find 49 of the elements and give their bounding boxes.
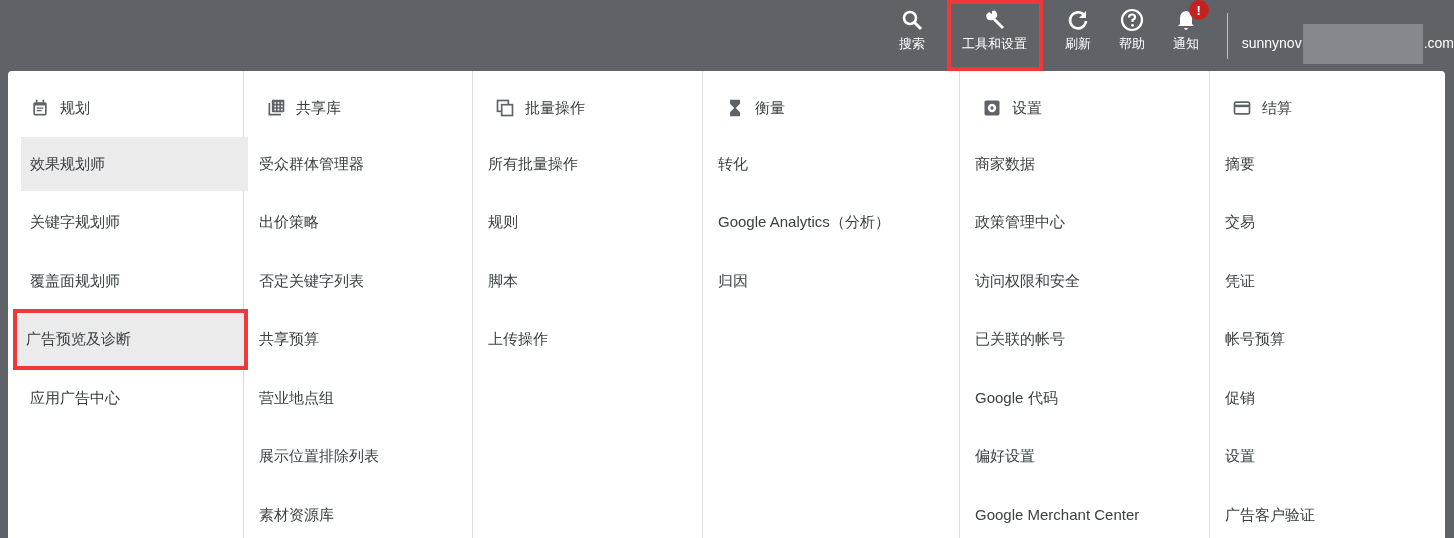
menu-item[interactable]: 商家数据	[966, 137, 1203, 191]
menu-item[interactable]: 凭证	[1216, 254, 1439, 308]
menu-item[interactable]: 归因	[709, 254, 953, 308]
menu-item[interactable]: 所有批量操作	[479, 137, 696, 191]
menu-item[interactable]: 摘要	[1216, 137, 1439, 191]
search-button[interactable]: 搜索	[892, 0, 931, 71]
section-title: 衡量	[755, 97, 785, 118]
menu-item[interactable]: 偏好设置	[966, 429, 1203, 483]
alert-badge: !	[1188, 0, 1209, 20]
menu-item[interactable]: 转化	[709, 137, 953, 191]
menu-item[interactable]: 帐号预算	[1216, 312, 1439, 366]
menu-item[interactable]: 交易	[1216, 195, 1439, 249]
menu-item[interactable]: 上传操作	[479, 312, 696, 366]
menu-item[interactable]: 规则	[479, 195, 696, 249]
menu-item[interactable]: 覆盖面规划师	[21, 254, 248, 308]
credit-card-icon	[1232, 98, 1252, 118]
menu-item[interactable]: 出价策略	[250, 195, 466, 249]
menu-item[interactable]: 营业地点组	[250, 371, 466, 425]
menu-item[interactable]: 否定关键字列表	[250, 254, 466, 308]
menu-item[interactable]: 效果规划师	[21, 137, 248, 191]
section-title: 设置	[1012, 97, 1042, 118]
menu-item[interactable]: 素材资源库	[250, 488, 466, 538]
menu-item[interactable]: 关键字规划师	[21, 195, 248, 249]
menu-item[interactable]: Google 代码	[966, 371, 1203, 425]
section-title: 结算	[1262, 97, 1292, 118]
section-title: 规划	[60, 97, 90, 118]
menu-item[interactable]: 共享预算	[250, 312, 466, 366]
tools-button[interactable]: 工具和设置	[946, 0, 1043, 71]
menu-item[interactable]: 应用广告中心	[21, 371, 248, 425]
menu-item[interactable]: 已关联的帐号	[966, 312, 1203, 366]
menu-item[interactable]: Google Merchant Center	[966, 488, 1203, 538]
help-button[interactable]: 帮助	[1112, 0, 1151, 71]
menu-item[interactable]: Google Analytics（分析）	[709, 195, 953, 249]
menu-item[interactable]: 政策管理中心	[966, 195, 1203, 249]
menu-item[interactable]: 访问权限和安全	[966, 254, 1203, 308]
section-title: 共享库	[296, 97, 341, 118]
help-icon	[1119, 8, 1144, 32]
menu-item[interactable]: 展示位置排除列表	[250, 429, 466, 483]
library-icon	[266, 98, 286, 118]
menu-item[interactable]: 受众群体管理器	[250, 137, 466, 191]
refresh-button[interactable]: 刷新	[1058, 0, 1097, 71]
calendar-icon	[30, 98, 50, 118]
menu-item[interactable]: 促销	[1216, 371, 1439, 425]
settings-icon	[982, 98, 1002, 118]
menu-item[interactable]: 广告客户验证	[1216, 488, 1439, 538]
copy-icon	[495, 98, 515, 118]
menu-item[interactable]: 设置	[1216, 429, 1439, 483]
section-title: 批量操作	[525, 97, 585, 118]
menu-item[interactable]: 脚本	[479, 254, 696, 308]
